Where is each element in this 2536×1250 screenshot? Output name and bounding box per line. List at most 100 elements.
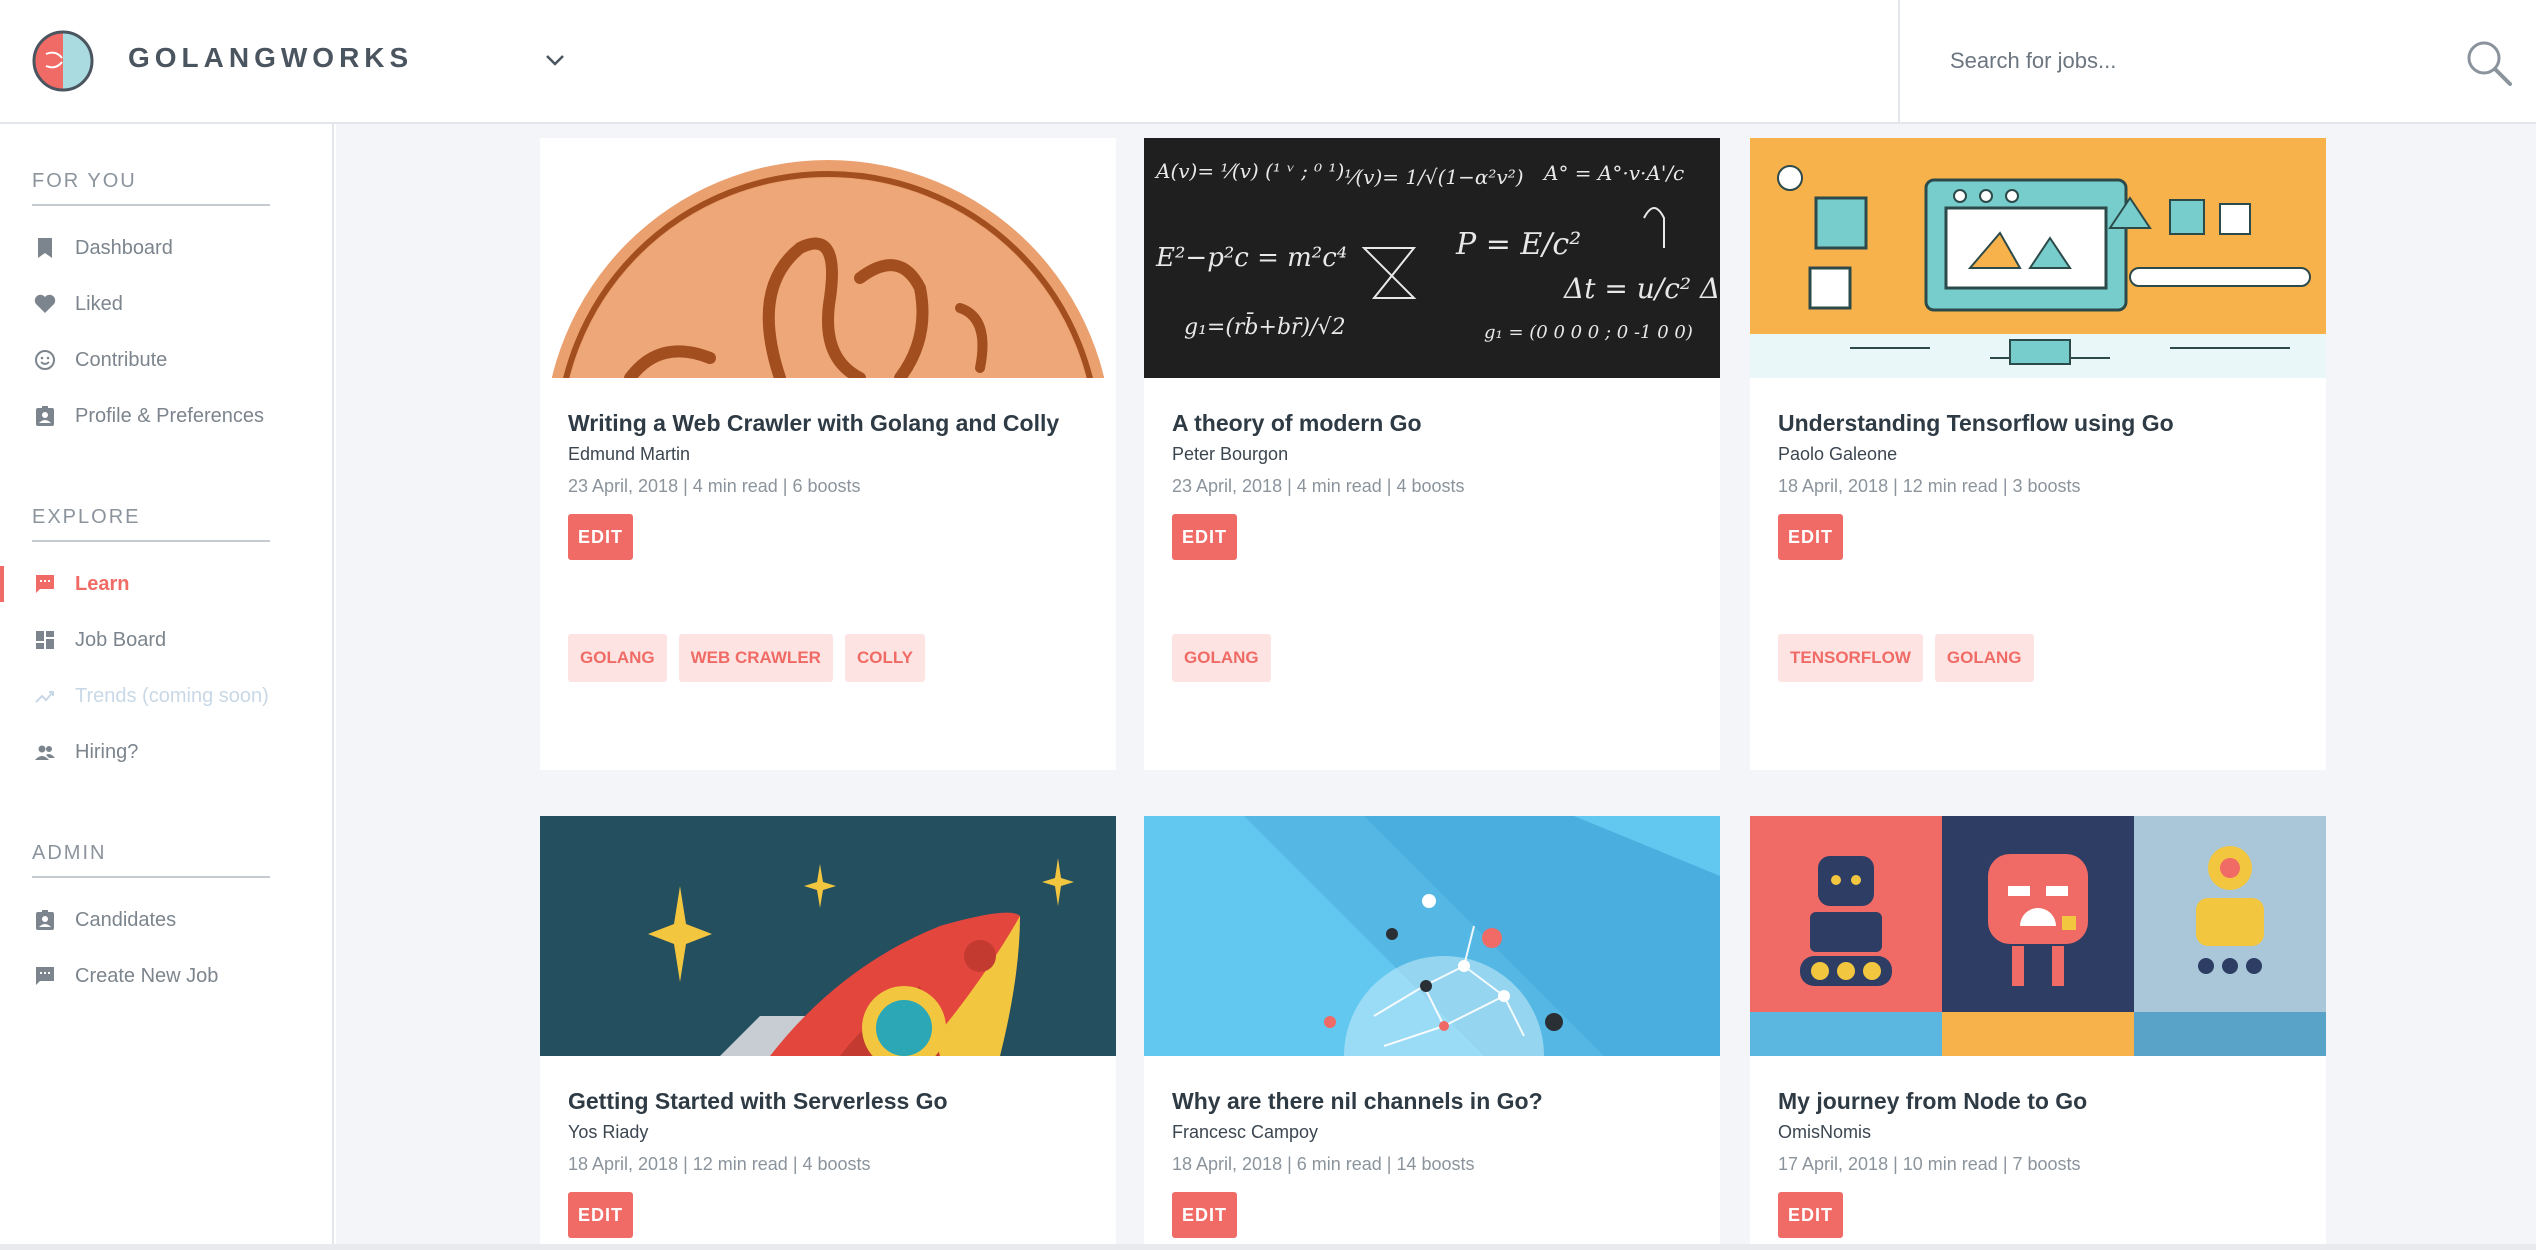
dashboard-icon [36,631,54,649]
article-card[interactable]: Understanding Tensorflow using Go Paolo … [1750,138,2326,770]
section-divider [32,540,270,542]
chalkboard-equations-illustration: A(v)= ⅟(v) (¹ ᵛ ; ⁰ ¹) ⅟(v)= 1/√(1−α²v²)… [1144,138,1720,378]
sidebar-item-learn[interactable]: Learn [0,560,330,608]
svg-text:g₁ = (0 0 0 0 ; 0 -1 0 0): g₁ = (0 0 0 0 ; 0 -1 0 0) [1484,322,1693,343]
trending-icon [35,691,54,703]
article-title[interactable]: A theory of modern Go [1172,410,1422,437]
badge-icon [36,406,54,426]
article-card[interactable]: Why are there nil channels in Go? France… [1144,816,1720,1250]
article-meta: 23 April, 2018 | 4 min read | 4 boosts [1172,476,1465,496]
sidebar-item-job-board[interactable]: Job Board [0,616,330,664]
sidebar-item-trends: Trends (coming soon) [0,672,330,720]
sidebar-item-contribute[interactable]: Contribute [0,336,330,384]
svg-text:A(v)= ⅟(v) (¹ ᵛ ; ⁰ ¹): A(v)= ⅟(v) (¹ ᵛ ; ⁰ ¹) [1154,159,1344,183]
sidebar-item-label: Create New Job [75,965,219,987]
article-card[interactable]: Getting Started with Serverless Go Yos R… [540,816,1116,1250]
article-card[interactable]: A(v)= ⅟(v) (¹ ᵛ ; ⁰ ¹) ⅟(v)= 1/√(1−α²v²)… [1144,138,1720,770]
smiley-icon [35,350,55,370]
svg-text:Δt = u/c² Δx: Δt = u/c² Δx [1563,272,1720,305]
article-card[interactable]: Writing a Web Crawler with Golang and Co… [540,138,1116,770]
article-title[interactable]: Why are there nil channels in Go? [1172,1088,1543,1115]
section-divider [32,876,270,878]
article-card[interactable]: My journey from Node to Go OmisNomis 17 … [1750,816,2326,1250]
chat-icon [36,575,54,593]
top-header: GOLANGWORKS [0,0,2536,124]
sidebar-item-label: Learn [75,573,130,595]
article-image[interactable] [1750,138,2326,378]
window-bottom-edge [0,1244,2536,1250]
edit-button[interactable]: EDIT [1172,1192,1238,1238]
search-input[interactable] [1950,38,2430,84]
svg-text:A° = A°·v·A'/c: A° = A°·v·A'/c [1542,161,1684,185]
article-title[interactable]: Getting Started with Serverless Go [568,1088,948,1115]
article-image[interactable] [540,138,1116,378]
sidebar-item-label: Dashboard [75,237,173,259]
section-title-explore: EXPLORE [32,506,141,528]
tag-list: GOLANG WEB CRAWLER COLLY [568,634,925,682]
chevron-down-icon[interactable] [542,50,568,70]
sidebar-item-liked[interactable]: Liked [0,280,330,328]
article-author: Francesc Campoy [1172,1122,1319,1142]
search-bar [1898,0,2536,122]
gopher-coin-illustration [540,138,1116,378]
edit-button[interactable]: EDIT [1172,514,1238,560]
golangworks-logo[interactable] [32,30,94,92]
article-author: Peter Bourgon [1172,444,1289,464]
factory-machine-illustration [1750,138,2326,378]
tag-golang[interactable]: GOLANG [1172,634,1271,682]
svg-text:g₁=(rb̄+br̄)/√2: g₁=(rb̄+br̄)/√2 [1184,312,1346,340]
sidebar-item-label: Liked [75,293,123,315]
article-author: Edmund Martin [568,444,691,464]
tag-web-crawler[interactable]: WEB CRAWLER [678,634,833,682]
sidebar: FOR YOU Dashboard Liked Contribute Profi… [0,124,334,1250]
main-content: Writing a Web Crawler with Golang and Co… [336,124,2536,1250]
edit-button[interactable]: EDIT [568,1192,634,1238]
rocket-illustration [540,816,1116,1056]
network-globe-illustration [1144,816,1720,1056]
tag-colly[interactable]: COLLY [844,634,925,682]
svg-text:⅟(v)= 1/√(1−α²v²): ⅟(v)= 1/√(1−α²v²) [1344,165,1524,189]
article-title[interactable]: Writing a Web Crawler with Golang and Co… [568,410,1059,437]
tag-list: GOLANG [1172,634,1271,682]
section-title-admin: ADMIN [32,842,107,864]
article-image[interactable] [540,816,1116,1056]
section-divider [32,204,270,206]
article-author: OmisNomis [1778,1122,1871,1142]
edit-button[interactable]: EDIT [568,514,634,560]
sidebar-item-label: Hiring? [75,741,139,763]
edit-button[interactable]: EDIT [1778,1192,1844,1238]
article-image[interactable] [1144,816,1720,1056]
article-title[interactable]: My journey from Node to Go [1778,1088,2087,1115]
article-meta: 23 April, 2018 | 4 min read | 6 boosts [568,476,861,496]
brand-name[interactable]: GOLANGWORKS [128,42,413,74]
badge-icon [36,910,54,930]
sidebar-item-label: Profile & Preferences [75,405,264,427]
sidebar-item-create-new-job[interactable]: Create New Job [0,952,330,1000]
svg-text:P = E/c²: P = E/c² [1455,227,1581,262]
heart-icon [34,294,56,313]
sidebar-item-label: Job Board [75,629,167,651]
search-icon[interactable] [2464,38,2514,88]
tag-golang[interactable]: GOLANG [1934,634,2034,682]
article-meta: 18 April, 2018 | 12 min read | 3 boosts [1778,476,2081,496]
article-meta: 18 April, 2018 | 12 min read | 4 boosts [568,1154,871,1174]
article-image[interactable]: A(v)= ⅟(v) (¹ ᵛ ; ⁰ ¹) ⅟(v)= 1/√(1−α²v²)… [1144,138,1720,378]
sidebar-item-candidates[interactable]: Candidates [0,896,330,944]
tag-golang[interactable]: GOLANG [568,634,667,682]
tag-tensorflow[interactable]: TENSORFLOW [1778,634,1923,682]
article-title[interactable]: Understanding Tensorflow using Go [1778,410,2174,437]
robots-illustration [1750,816,2326,1056]
section-title-for-you: FOR YOU [32,170,137,192]
sidebar-item-dashboard[interactable]: Dashboard [0,224,330,272]
article-meta: 18 April, 2018 | 6 min read | 14 boosts [1172,1154,1475,1174]
article-image[interactable] [1750,816,2326,1056]
chat-icon [36,967,54,985]
edit-button[interactable]: EDIT [1778,514,1844,560]
sidebar-item-label: Contribute [75,349,168,371]
tag-list: TENSORFLOW GOLANG [1778,634,2034,682]
sidebar-item-hiring[interactable]: Hiring? [0,728,330,776]
article-meta: 17 April, 2018 | 10 min read | 7 boosts [1778,1154,2081,1174]
sidebar-item-profile-preferences[interactable]: Profile & Preferences [0,392,330,440]
article-author: Paolo Galeone [1778,444,1898,464]
article-author: Yos Riady [568,1122,649,1142]
